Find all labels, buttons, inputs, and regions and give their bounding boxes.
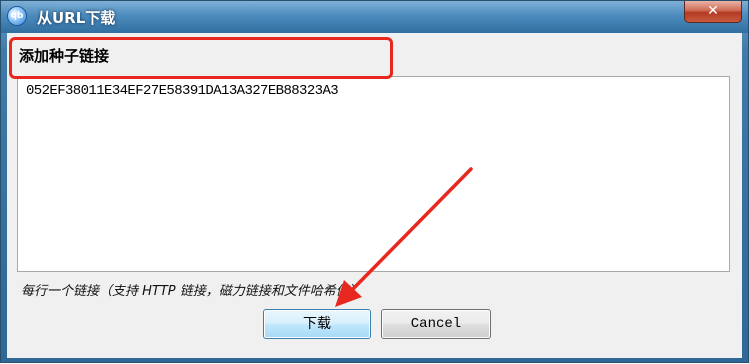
links-textarea-value: 052EF38011E34EF27E58391DA13A327EB88323A3 (26, 83, 339, 99)
add-torrent-links-label: 添加种子链接 (19, 47, 110, 65)
window-title: 从URL下载 (37, 9, 116, 27)
cancel-button[interactable]: Cancel (381, 309, 491, 339)
links-hint-text: 每行一个链接（支持 HTTP 链接，磁力链接和文件哈希值） (21, 284, 362, 299)
close-button[interactable]: ✕ (684, 1, 742, 23)
dialog-body: 添加种子链接 052EF38011E34EF27E58391DA13A327EB… (7, 33, 742, 358)
download-from-url-dialog: qb 从URL下载 ✕ 添加种子链接 052EF38011E34EF27E583… (0, 0, 749, 363)
links-textarea[interactable]: 052EF38011E34EF27E58391DA13A327EB88323A3 (17, 76, 730, 272)
qbittorrent-app-icon: qb (7, 6, 27, 26)
close-icon: ✕ (707, 3, 719, 19)
title-bar[interactable]: qb 从URL下载 (1, 1, 748, 33)
download-button[interactable]: 下载 (263, 309, 371, 339)
